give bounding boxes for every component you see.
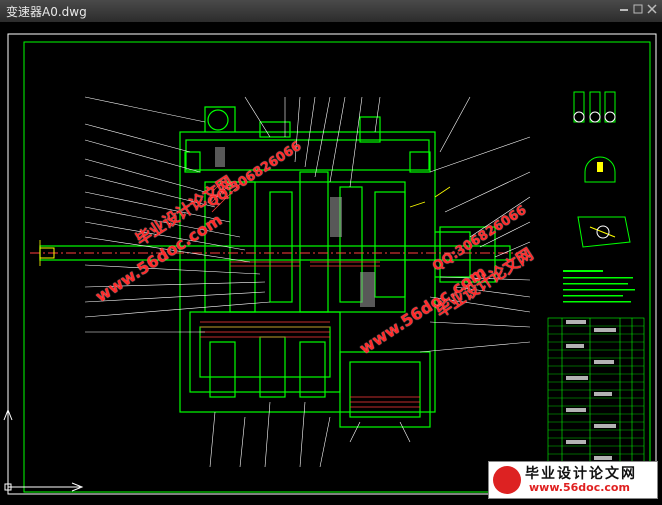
window-title: 变速器A0.dwg bbox=[6, 5, 87, 19]
title-bar: 变速器A0.dwg bbox=[0, 0, 662, 23]
leader-lines-top bbox=[244, 96, 471, 188]
dimension-marks bbox=[39, 186, 451, 266]
parts-list-table bbox=[547, 317, 645, 477]
footer-brand: 毕业设计论文网 bbox=[525, 466, 637, 482]
section-hatch bbox=[200, 181, 420, 408]
detail-view-c bbox=[577, 216, 631, 248]
detail-view-a bbox=[573, 91, 616, 123]
ucs-icon bbox=[3, 408, 84, 492]
sheet-border bbox=[7, 33, 657, 495]
window-controls[interactable] bbox=[618, 3, 658, 17]
drawing-frame bbox=[23, 41, 651, 493]
technical-notes bbox=[563, 270, 635, 303]
drawing-canvas[interactable]: www.56doc.com 毕业设计论文网 QQ:306826066 www.5… bbox=[0, 22, 662, 501]
cad-drawing bbox=[3, 33, 657, 495]
logo-mark-icon bbox=[493, 466, 521, 494]
footer-url: www.56doc.com bbox=[529, 481, 630, 494]
footer-logo: 毕业设计论文网 www.56doc.com bbox=[488, 461, 658, 499]
detail-view-b bbox=[584, 156, 616, 183]
